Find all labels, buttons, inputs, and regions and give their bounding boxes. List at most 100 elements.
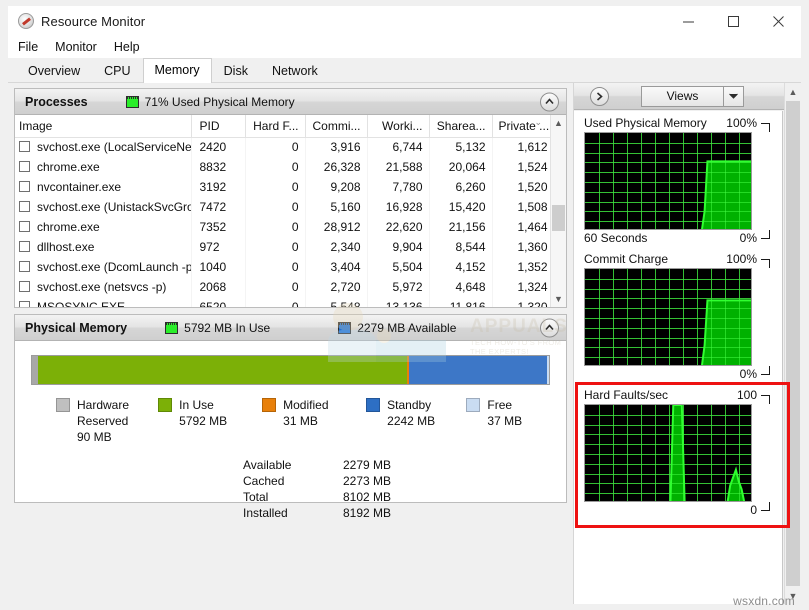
tab-memory[interactable]: Memory: [142, 58, 212, 83]
cell-commit: 5,160: [305, 197, 368, 217]
menu-item-help[interactable]: Help: [114, 40, 140, 54]
scroll-up-icon[interactable]: ▲: [785, 83, 801, 100]
table-row[interactable]: dllhost.exe 972 0 2,340 9,904 8,544 1,360: [15, 237, 550, 257]
row-checkbox[interactable]: [19, 201, 30, 212]
graph-plot-area: [584, 132, 752, 230]
graph-min-label: 0%: [739, 231, 757, 245]
cell-pid: 3192: [191, 177, 246, 197]
chevron-down-icon[interactable]: [723, 86, 743, 106]
processes-title: Processes: [25, 94, 88, 109]
column-header-working-set[interactable]: Worki...: [367, 115, 430, 138]
row-checkbox[interactable]: [19, 281, 30, 292]
legend-swatch-icon: [56, 398, 70, 412]
scrollbar-thumb[interactable]: [552, 205, 565, 231]
minimize-icon[interactable]: [666, 6, 711, 36]
table-row[interactable]: chrome.exe 7352 0 28,912 22,620 21,156 1,464: [15, 217, 550, 237]
tab-cpu[interactable]: CPU: [92, 60, 142, 83]
memory-legend: Hardware Reserved 90 MB In Use 5792 MB Mod…: [31, 397, 550, 445]
available-badge-label: 2279 MB Available: [357, 320, 457, 335]
views-button[interactable]: Views: [641, 85, 744, 107]
row-checkbox[interactable]: [19, 301, 30, 307]
graphs-container: Used Physical Memory 100% 60 Seconds 0% Comm…: [574, 111, 783, 604]
row-checkbox[interactable]: [19, 221, 30, 232]
physical-memory-title: Physical Memory: [25, 320, 128, 335]
column-header-hard-faults[interactable]: Hard F...: [245, 115, 306, 138]
table-row[interactable]: MSOSYNC.EXE 6520 0 5,548 13,136 11,816 1,320: [15, 297, 550, 307]
close-icon[interactable]: [756, 6, 801, 36]
graph-commit-charge: Commit Charge 100% 0%: [584, 251, 770, 383]
stat-row: Available 2279 MB: [243, 457, 550, 473]
stat-key: Total: [243, 490, 269, 504]
table-row[interactable]: nvcontainer.exe 3192 0 9,208 7,780 6,260 1,520: [15, 177, 550, 197]
resource-monitor-icon: [18, 13, 34, 29]
cell-shareable: 6,260: [429, 177, 493, 197]
in-use-badge-label: 5792 MB In Use: [184, 320, 271, 335]
graph-header: Commit Charge 100%: [584, 251, 770, 268]
cell-shareable: 15,420: [429, 197, 493, 217]
maximize-icon[interactable]: [711, 6, 756, 36]
graph-used-physical-memory: Used Physical Memory 100% 60 Seconds 0%: [584, 115, 770, 247]
cell-working-set: 22,620: [367, 217, 430, 237]
graph-hard-faults-sec: Hard Faults/sec 100 0: [584, 387, 770, 519]
cell-private: 1,360: [492, 237, 550, 257]
scroll-up-icon[interactable]: ▲: [551, 115, 566, 131]
tab-disk[interactable]: Disk: [212, 60, 260, 83]
window-controls: [666, 6, 801, 36]
column-header-commit[interactable]: Commi...: [305, 115, 368, 138]
legend-label: Modified 31 MB: [283, 398, 329, 428]
processes-panel-header[interactable]: Processes 71% Used Physical Memory: [15, 89, 566, 115]
table-row[interactable]: svchost.exe (netsvcs -p) 2068 0 2,720 5,972 4…: [15, 277, 550, 297]
menu-item-monitor[interactable]: Monitor: [55, 40, 97, 54]
memory-stats: Available 2279 MB Cached 2273 MB Total 8102 M…: [243, 457, 550, 521]
table-row[interactable]: svchost.exe (DcomLaunch -p) 1040 0 3,404 5,5…: [15, 257, 550, 277]
table-row[interactable]: svchost.exe (LocalServiceNet... 2420 0 3,91…: [15, 137, 550, 157]
stat-row: Installed 8192 MB: [243, 505, 550, 521]
row-checkbox[interactable]: [19, 161, 30, 172]
axis-bracket-top: [761, 395, 770, 404]
axis-bracket-bottom: [761, 502, 770, 511]
row-checkbox[interactable]: [19, 261, 30, 272]
column-header-image[interactable]: Image: [15, 115, 192, 138]
row-checkbox[interactable]: [19, 181, 30, 192]
right-pane-scrollbar[interactable]: ▲ ▼: [784, 83, 801, 604]
stat-value: 8192 MB: [342, 506, 391, 520]
cell-working-set: 13,136: [367, 297, 430, 307]
cell-commit: 2,720: [305, 277, 368, 297]
cell-image: dllhost.exe: [15, 237, 192, 257]
chevron-up-icon[interactable]: [540, 318, 559, 337]
tab-overview[interactable]: Overview: [16, 60, 92, 83]
tab-network[interactable]: Network: [260, 60, 330, 83]
graph-plot-area: [584, 404, 752, 502]
axis-bracket-top: [761, 123, 770, 132]
processes-badge-label: 71% Used Physical Memory: [144, 94, 295, 109]
column-header-pid[interactable]: PID: [191, 115, 246, 138]
cell-image: nvcontainer.exe: [15, 177, 192, 197]
content-area: Processes 71% Used Physical Memory Image…: [8, 83, 801, 604]
right-pane: Views Used Physical Memory 100% 60 Seconds…: [573, 83, 801, 604]
scroll-down-icon[interactable]: ▼: [551, 291, 566, 307]
table-row[interactable]: svchost.exe (UnistackSvcGro... 7472 0 5,160…: [15, 197, 550, 217]
physical-memory-panel-header[interactable]: Physical Memory 5792 MB In Use 2279 MB A…: [15, 315, 566, 341]
row-checkbox[interactable]: [19, 241, 30, 252]
cell-private: 1,520: [492, 177, 550, 197]
cell-pid: 972: [191, 237, 246, 257]
stat-key: Installed: [243, 506, 288, 520]
chevron-up-icon[interactable]: [540, 92, 559, 111]
processes-scrollbar[interactable]: ▲ ▼: [550, 115, 566, 307]
cell-commit: 26,328: [305, 157, 368, 177]
cell-pid: 8832: [191, 157, 246, 177]
row-checkbox[interactable]: [19, 141, 30, 153]
legend-swatch-icon: [466, 398, 481, 412]
processes-table-wrap: Image PID Hard F... Commi... Worki... Sh…: [15, 115, 550, 307]
chevron-right-icon[interactable]: [590, 86, 609, 106]
table-row[interactable]: chrome.exe 8832 0 26,328 21,588 20,064 1,524: [15, 157, 550, 177]
processes-panel: Processes 71% Used Physical Memory Image…: [14, 88, 567, 308]
graph-min-label: 0%: [739, 367, 757, 381]
legend-swatch-icon: [158, 398, 173, 412]
stat-key: Cached: [243, 474, 285, 488]
window-title: Resource Monitor: [41, 13, 146, 29]
menu-item-file[interactable]: File: [18, 40, 38, 54]
scrollbar-thumb[interactable]: [786, 101, 800, 586]
cell-hard-faults: 0: [245, 297, 306, 307]
column-header-shareable[interactable]: Sharea...: [429, 115, 493, 138]
